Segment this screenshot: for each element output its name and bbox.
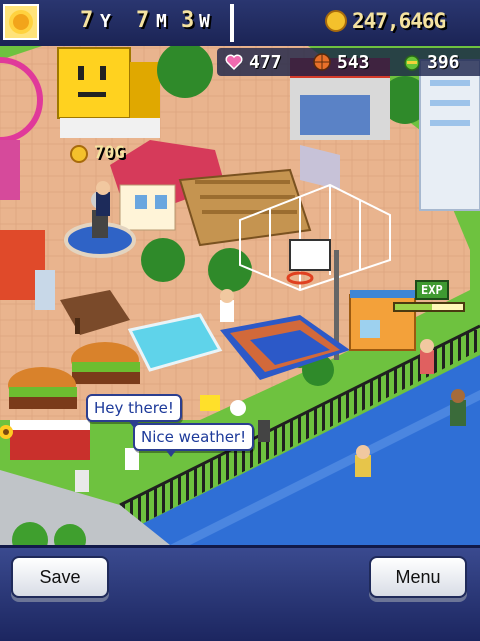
sunflower-icon[interactable]: [3, 4, 39, 40]
seed-icon: [404, 55, 420, 71]
top-hud: 7 Y 7 M 3 W 247,646G: [0, 0, 480, 46]
game-screen: 7 Y 7 M 3 W 247,646G 477 543 396 70G EXP…: [0, 0, 480, 641]
date-years: 7: [80, 8, 94, 33]
speech-bubble: Nice weather!: [133, 423, 255, 457]
town-map[interactable]: [0, 0, 480, 545]
gold-coin-icon: [325, 10, 347, 32]
basketball-icon: [313, 53, 331, 71]
seeds-value: 396: [427, 52, 460, 73]
resource-bar: 477 543 396: [217, 48, 480, 76]
exp-label: EXP: [415, 280, 449, 300]
exp-progress-bar: [393, 302, 465, 312]
date-month-unit: M: [156, 11, 167, 32]
date-weeks: 3: [181, 8, 195, 33]
gold-coin-icon: [70, 145, 88, 163]
exp-progress-fill: [395, 304, 433, 310]
heart-icon: [225, 54, 243, 71]
menu-button[interactable]: Menu: [369, 556, 467, 598]
date-week-unit: W: [199, 11, 210, 32]
bottom-menu-bar: Save Menu: [0, 545, 480, 641]
money-value: 247,646G: [352, 9, 446, 33]
income-value: 70G: [94, 143, 125, 163]
basketballs-value: 543: [337, 52, 370, 73]
town-scene: [0, 0, 480, 545]
speech-bubble: Hey there!: [86, 394, 182, 428]
time-progress-marker: [230, 4, 234, 42]
hearts-value: 477: [249, 52, 282, 73]
date-year-unit: Y: [100, 11, 111, 32]
save-button[interactable]: Save: [11, 556, 109, 598]
exp-indicator: EXP: [393, 280, 465, 320]
date-months: 7: [136, 8, 150, 33]
